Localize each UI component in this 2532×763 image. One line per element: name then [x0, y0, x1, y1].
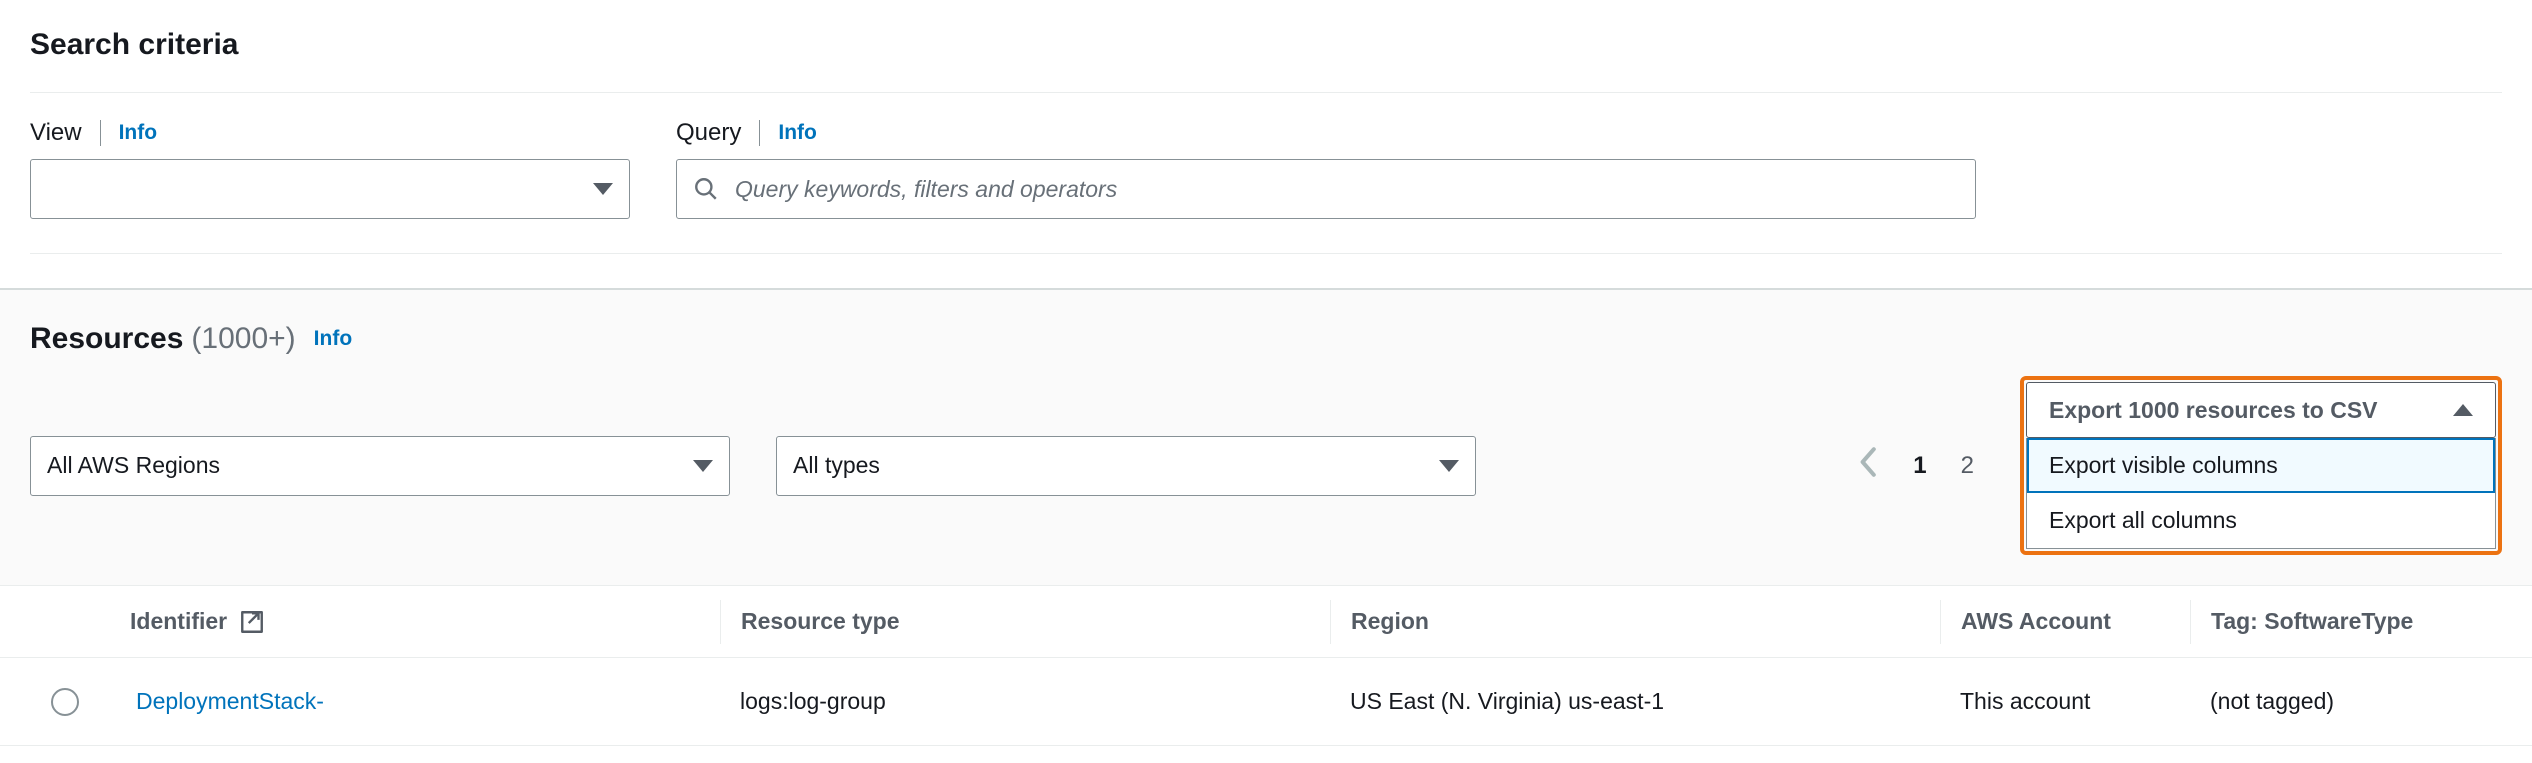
search-criteria-row: View Info Query Info Query keywords, fil… [30, 92, 2502, 254]
column-account[interactable]: AWS Account [1940, 600, 2190, 644]
column-region[interactable]: Region [1330, 600, 1940, 644]
row-identifier-link[interactable]: DeploymentStack- [110, 688, 720, 715]
query-label-row: Query Info [676, 119, 1976, 147]
export-csv-label: Export 1000 resources to CSV [2049, 397, 2378, 424]
search-icon [693, 176, 719, 202]
export-highlight-frame: Export 1000 resources to CSV Export visi… [2020, 376, 2502, 555]
row-tag: (not tagged) [2190, 688, 2510, 715]
row-account: This account [1940, 688, 2190, 715]
search-criteria-title: Search criteria [30, 28, 2502, 62]
view-info-link[interactable]: Info [119, 121, 157, 145]
export-all-columns-item[interactable]: Export all columns [2027, 493, 2495, 548]
type-filter-value: All types [793, 452, 880, 479]
caret-down-icon [693, 460, 713, 472]
resources-count: (1000+) [191, 322, 295, 356]
export-dropdown: Export 1000 resources to CSV Export visi… [2020, 376, 2502, 555]
query-field: Query Info Query keywords, filters and o… [676, 119, 1976, 219]
column-selector [0, 600, 110, 644]
column-resource-type-label: Resource type [741, 608, 900, 635]
view-label: View [30, 119, 82, 147]
column-resource-type[interactable]: Resource type [720, 600, 1330, 644]
external-link-icon [239, 609, 265, 635]
resources-title: Resources [30, 322, 183, 356]
resources-header: Resources (1000+) Info [0, 322, 2532, 376]
column-identifier-label: Identifier [130, 608, 227, 635]
view-label-row: View Info [30, 119, 630, 147]
resources-filters-row: All AWS Regions All types 1 2 Export 100… [0, 376, 2532, 585]
caret-down-icon [1439, 460, 1459, 472]
row-region: US East (N. Virginia) us-east-1 [1330, 688, 1940, 715]
query-info-link[interactable]: Info [778, 121, 816, 145]
column-tag-label: Tag: SoftwareType [2211, 608, 2413, 635]
caret-up-icon [2453, 404, 2473, 416]
table-header: Identifier Resource type Region AWS Acco… [0, 586, 2532, 658]
divider [100, 120, 101, 146]
export-csv-button[interactable]: Export 1000 resources to CSV [2026, 382, 2496, 438]
pagination: 1 2 [1859, 446, 1974, 485]
column-region-label: Region [1351, 608, 1429, 635]
query-label: Query [676, 119, 741, 147]
row-selector-cell [0, 688, 110, 716]
caret-down-icon [593, 183, 613, 195]
divider [759, 120, 760, 146]
row-select-radio[interactable] [51, 688, 79, 716]
query-placeholder: Query keywords, filters and operators [735, 176, 1117, 203]
row-resource-type: logs:log-group [720, 688, 1330, 715]
export-menu: Export visible columns Export all column… [2026, 438, 2496, 549]
resources-table: Identifier Resource type Region AWS Acco… [0, 585, 2532, 746]
pagination-page-2[interactable]: 2 [1961, 452, 1974, 480]
pagination-prev[interactable] [1859, 446, 1879, 485]
resources-panel: Resources (1000+) Info All AWS Regions A… [0, 288, 2532, 746]
resources-info-link[interactable]: Info [314, 327, 352, 351]
column-identifier[interactable]: Identifier [110, 600, 720, 644]
column-account-label: AWS Account [1961, 608, 2111, 635]
chevron-left-icon [1859, 446, 1879, 478]
view-select[interactable] [30, 159, 630, 219]
view-field: View Info [30, 119, 630, 219]
pagination-page-1[interactable]: 1 [1913, 452, 1926, 480]
type-filter-select[interactable]: All types [776, 436, 1476, 496]
region-filter-select[interactable]: All AWS Regions [30, 436, 730, 496]
column-tag[interactable]: Tag: SoftwareType [2190, 600, 2510, 644]
table-row: DeploymentStack- logs:log-group US East … [0, 658, 2532, 746]
query-input[interactable]: Query keywords, filters and operators [676, 159, 1976, 219]
region-filter-value: All AWS Regions [47, 452, 220, 479]
export-visible-columns-item[interactable]: Export visible columns [2027, 438, 2495, 493]
search-criteria-panel: Search criteria View Info Query Info [0, 0, 2532, 288]
